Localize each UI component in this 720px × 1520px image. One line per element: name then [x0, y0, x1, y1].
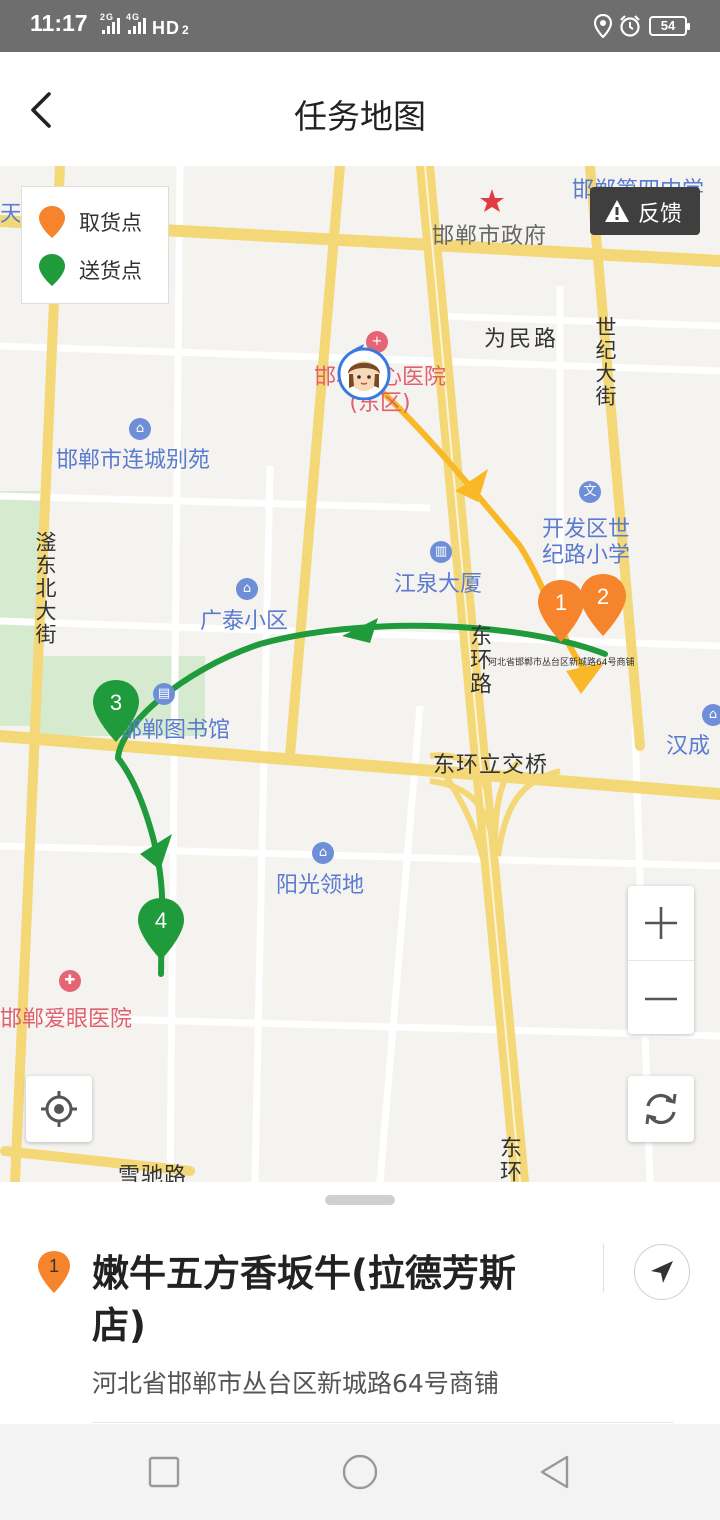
circle-icon: [342, 1454, 378, 1490]
pickup-pin-icon: [39, 206, 65, 238]
task-index-badge: 1: [36, 1250, 72, 1294]
sheet-drag-handle[interactable]: [325, 1195, 395, 1205]
navigate-button[interactable]: [634, 1244, 690, 1300]
svg-text:2: 2: [182, 23, 190, 37]
feedback-button[interactable]: 反馈: [590, 187, 700, 235]
plus-icon: [645, 907, 677, 939]
map-label-place: 汉成: [666, 734, 711, 759]
map-label-residence: 广泰小区: [200, 609, 289, 634]
library-poi-icon: ▤: [153, 683, 175, 705]
residence-poi-icon: ⌂: [129, 418, 151, 440]
zoom-out-button[interactable]: [628, 960, 694, 1034]
residence-poi-icon: ⌂: [312, 842, 334, 864]
delivery-pin-icon: [39, 254, 65, 286]
map-label-school: 纪路小学: [542, 543, 631, 568]
map-view[interactable]: 邯郸第四中学 邯郸市政府 为民路 世纪大街 邯郸中心医院(东区) + 邯郸市连城…: [0, 166, 720, 1182]
recents-button[interactable]: [146, 1454, 182, 1490]
refresh-icon: [645, 1093, 677, 1125]
svg-text:HD: HD: [152, 18, 180, 37]
battery-indicator: 54: [649, 16, 690, 36]
delivery-marker-3[interactable]: 3: [90, 678, 142, 744]
signal-icon: 2G 4G HD 2: [100, 11, 198, 40]
crosshair-icon: [41, 1091, 77, 1127]
building-poi-icon: ▥: [430, 541, 452, 563]
map-label-gov: 邯郸市政府: [432, 224, 548, 249]
store-address: 河北省邯郸市丛台区新城路64号商铺: [92, 1369, 499, 1398]
app-root: 11:17 2G 4G HD 2 54 任务地图 邯郸市政府 为民路 世纪大街 …: [0, 0, 720, 1520]
locate-button[interactable]: [26, 1076, 92, 1142]
hospital-poi-icon: ✚: [59, 970, 81, 992]
delivery-marker-4[interactable]: 4: [135, 896, 187, 962]
svg-text:2G: 2G: [100, 12, 114, 22]
triangle-back-icon: [540, 1455, 569, 1489]
map-label-residence: 阳光领地: [276, 873, 365, 898]
status-bar: 11:17 2G 4G HD 2 54: [0, 0, 720, 52]
map-label-address: 河北省邯郸市丛台区新城路64号商铺: [488, 658, 635, 668]
status-time: 11:17: [30, 10, 88, 36]
system-nav-bar: [0, 1424, 720, 1520]
alarm-icon: [620, 15, 640, 37]
map-label-road: 东环: [496, 1136, 521, 1182]
zoom-in-button[interactable]: [628, 886, 694, 960]
warning-icon: [605, 200, 629, 222]
minus-icon: [645, 997, 677, 1001]
location-status-icon: [594, 14, 612, 38]
place-poi-icon: ⌂: [702, 704, 720, 726]
svg-text:4G: 4G: [126, 12, 140, 22]
map-label-building: 江泉大厦: [394, 572, 483, 597]
feedback-label: 反馈: [638, 202, 683, 227]
map-label-bridge: 东环立交桥: [433, 753, 549, 778]
refresh-button[interactable]: [628, 1076, 694, 1142]
home-button[interactable]: [340, 1452, 380, 1492]
map-label-road: 为民路: [484, 327, 560, 352]
store-name: 嫩牛五方香坂牛(拉德芳斯店): [92, 1252, 516, 1347]
legend-pickup-label: 取货点: [79, 211, 142, 235]
divider: [92, 1422, 674, 1423]
map-label-road: 滏东北大街: [33, 531, 57, 646]
school-poi-icon: 文: [579, 481, 601, 503]
square-icon: [148, 1456, 180, 1488]
divider: [603, 1244, 604, 1292]
page-title: 任务地图: [294, 97, 426, 136]
map-label-road: 雪驰路: [118, 1164, 188, 1182]
back-nav-button[interactable]: [537, 1454, 573, 1490]
legend-delivery-label: 送货点: [79, 259, 142, 283]
map-label-residence: 邯郸市连城别苑: [56, 448, 211, 473]
task-detail-sheet: 1 嫩牛五方香坂牛(拉德芳斯店) 河北省邯郸市丛台区新城路64号商铺: [0, 1182, 720, 1424]
navigation-arrow-icon: [651, 1261, 673, 1283]
residence-poi-icon: ⌂: [236, 578, 258, 600]
zoom-controls: [628, 886, 694, 1034]
rider-avatar[interactable]: [336, 344, 392, 400]
header: 任务地图: [0, 52, 720, 166]
map-label-place: 天河: [0, 202, 20, 227]
map-label-road: 世纪大街: [593, 316, 617, 408]
pickup-marker-2[interactable]: 2: [577, 572, 629, 638]
map-label-hospital: 邯郸爱眼医院: [0, 1007, 133, 1032]
map-legend: 取货点 送货点: [21, 186, 169, 304]
